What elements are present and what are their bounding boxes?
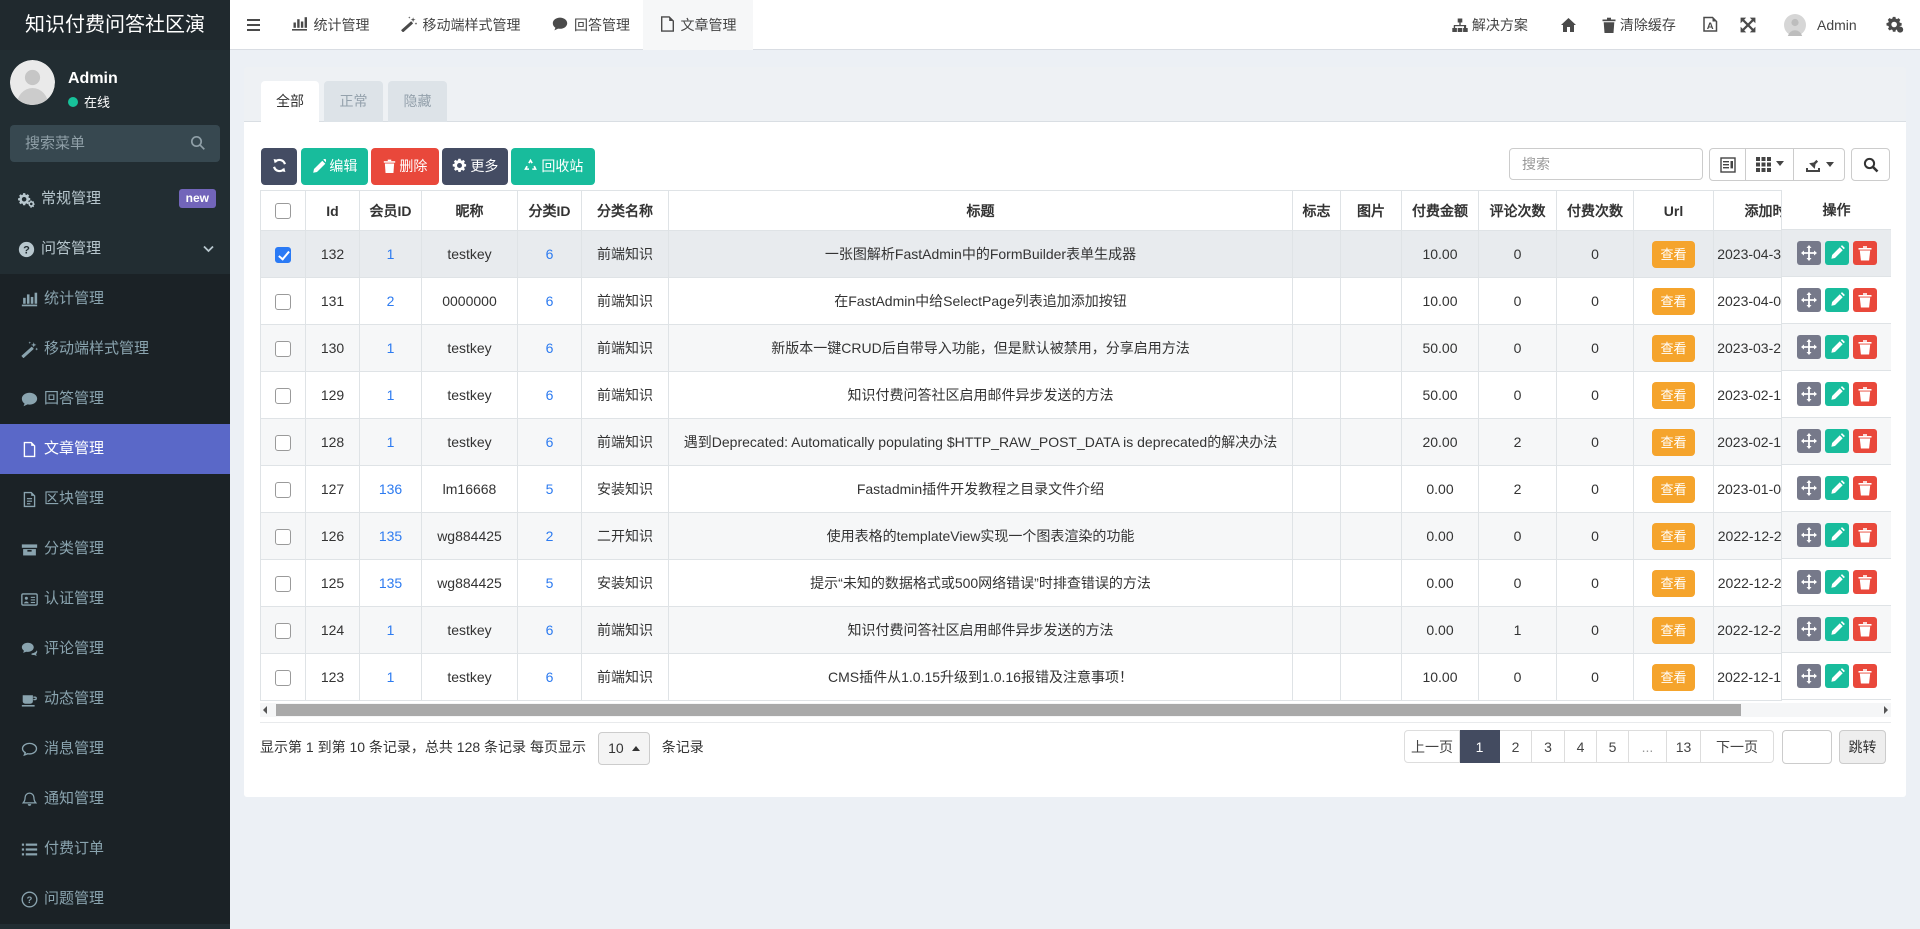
svg-text:?: ? — [23, 244, 30, 256]
svg-text:?: ? — [27, 895, 33, 905]
svg-text:A: A — [1707, 21, 1714, 32]
